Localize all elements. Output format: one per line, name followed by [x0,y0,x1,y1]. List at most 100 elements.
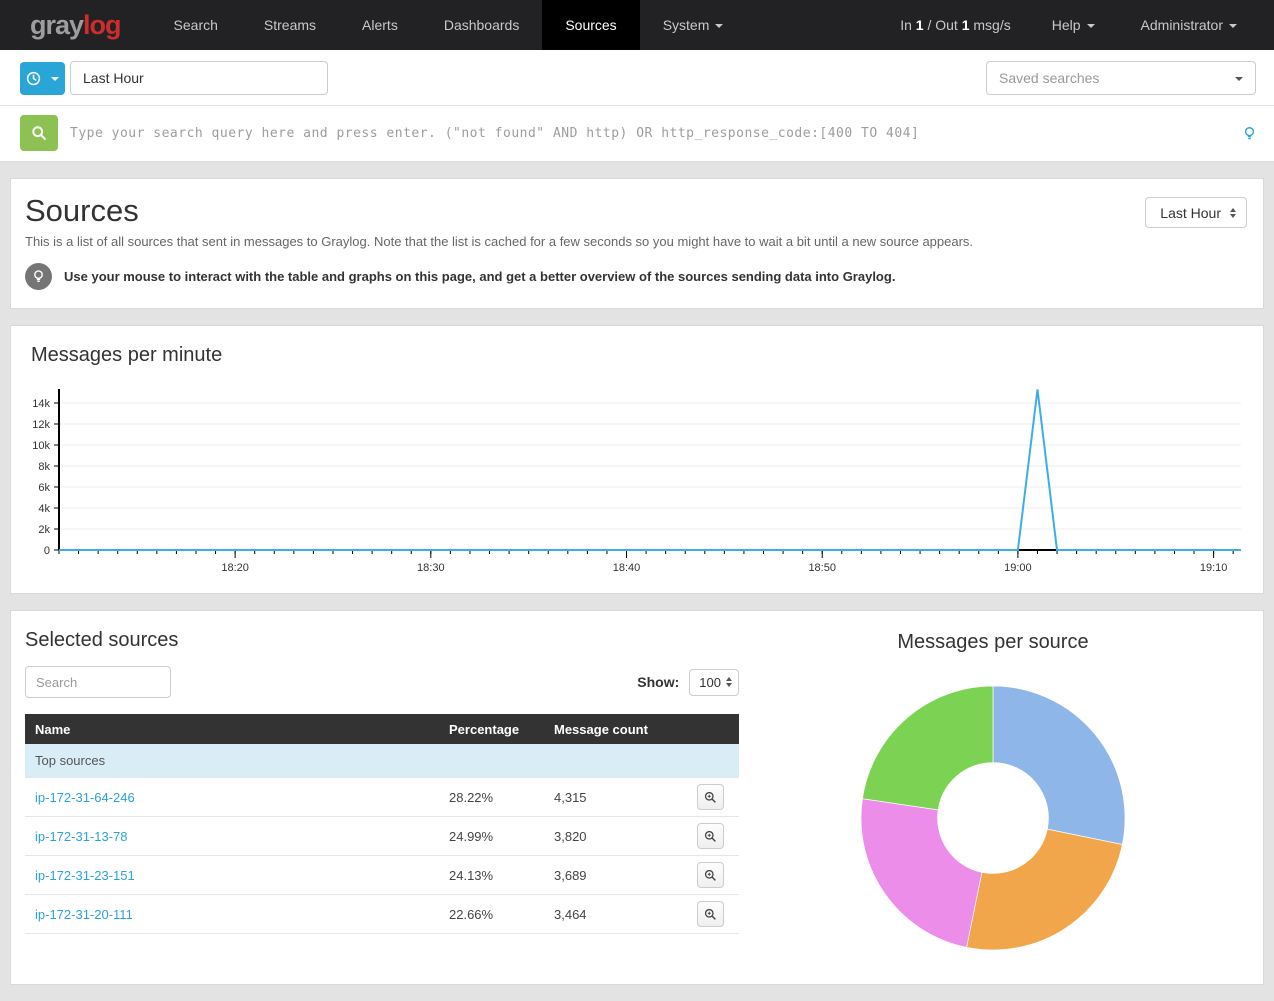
nav-label: Alerts [362,17,398,33]
nav-item-sources[interactable]: Sources [542,0,639,50]
query-row [0,106,1274,161]
messages-per-minute-chart[interactable]: 02k4k6k8k10k12k14k18:2018:3018:4018:5019… [31,385,1245,577]
source-link[interactable]: ip-172-31-13-78 [35,829,128,844]
zoom-source-button[interactable] [697,784,724,810]
donut-segment[interactable] [862,686,993,810]
message-count-cell: 3,689 [554,868,697,883]
donut-segment[interactable] [967,829,1123,950]
source-search-input[interactable] [25,666,171,698]
logo-text-log: log [83,10,121,41]
svg-text:19:10: 19:10 [1200,562,1228,574]
nav-item-dashboards[interactable]: Dashboards [421,0,543,50]
chevron-down-icon [51,77,59,81]
zoom-source-button[interactable] [697,862,724,888]
nav-label: Help [1052,17,1081,33]
message-count-cell: 3,464 [554,907,697,922]
usage-hint: Use your mouse to interact with the tabl… [25,263,1247,290]
help-menu[interactable]: Help [1029,0,1118,50]
throughput-text: msg/s [970,17,1011,33]
sources-header-panel: Sources Last Hour This is a list of all … [10,178,1264,309]
zoom-source-button[interactable] [697,823,724,849]
column-header-name: Name [25,722,449,737]
chart-title: Messages per minute [31,344,1243,367]
table-row: ip-172-31-13-78 24.99%3,820 [25,817,739,856]
message-count-cell: 3,820 [554,829,697,844]
nav-item-system[interactable]: System [640,0,747,50]
nav-label: Streams [264,17,316,33]
time-range-select[interactable]: Last Hour [1145,197,1247,228]
zoom-in-icon [704,908,717,921]
search-button[interactable] [20,115,58,151]
time-range-value: Last Hour [1160,205,1221,221]
chevron-down-icon [1235,77,1243,81]
throughput-in-value: 1 [916,17,924,33]
svg-text:12k: 12k [32,419,50,431]
table-row: ip-172-31-64-24628.22%4,315 [25,778,739,817]
timerange-button[interactable] [20,62,65,95]
table-row: ip-172-31-20-111 22.66%3,464 [25,895,739,934]
table-body: ip-172-31-64-24628.22%4,315ip-172-31-13-… [25,778,739,934]
table-header: Name Percentage Message count [25,714,739,744]
nav-label: Dashboards [444,17,520,33]
svg-text:14k: 14k [32,398,50,410]
selected-sources-column: Selected sources Show: 100 Name Percenta… [25,629,739,958]
svg-text:4k: 4k [38,503,50,515]
user-menu[interactable]: Administrator [1118,0,1260,50]
donut-segment[interactable] [993,686,1125,845]
zoom-in-icon [704,869,717,882]
group-row-top-sources: Top sources [25,744,739,778]
graylog-logo[interactable]: graylog [0,0,151,50]
source-link[interactable]: ip-172-31-20-111 [35,907,133,922]
throughput-text: / Out [924,17,962,33]
svg-text:8k: 8k [38,461,50,473]
percentage-cell: 24.13% [449,868,554,883]
nav-label: Sources [565,17,616,33]
zoom-source-button[interactable] [697,901,724,927]
nav-right: In 1 / Out 1 msg/s Help Administrator [882,0,1274,50]
messages-per-source-column: Messages per source [739,629,1247,958]
table-row: ip-172-31-23-151 24.13%3,689 [25,856,739,895]
throughput-text: In [900,17,916,33]
svg-text:0: 0 [44,545,50,557]
chevron-down-icon [1087,24,1095,28]
query-docs-lightbulb-icon[interactable] [1243,126,1256,141]
chevron-down-icon [1229,24,1237,28]
source-link[interactable]: ip-172-31-64-246 [35,790,135,805]
show-count-value: 100 [699,675,721,690]
show-count-select[interactable]: 100 [689,669,739,696]
sources-table: Name Percentage Message count Top source… [25,714,739,934]
messages-per-minute-panel: Messages per minute 0 2k 4k 6k 8k 10k 12k 14k 18… [10,325,1264,594]
svg-text:2k: 2k [38,524,50,536]
throughput-indicator[interactable]: In 1 / Out 1 msg/s [882,0,1029,50]
nav-item-alerts[interactable]: Alerts [339,0,421,50]
svg-text:18:30: 18:30 [417,562,445,574]
timerange-input[interactable] [70,61,328,95]
search-icon [31,125,47,141]
svg-text:18:20: 18:20 [221,562,249,574]
chevron-down-icon [715,24,723,28]
sources-detail-panel: Selected sources Show: 100 Name Percenta… [10,610,1264,985]
percentage-cell: 24.99% [449,829,554,844]
timerange-row: Saved searches [0,50,1274,106]
throughput-out-value: 1 [962,17,970,33]
donut-segment[interactable] [861,799,982,948]
nav-item-search[interactable]: Search [151,0,241,50]
table-controls: Show: 100 [25,666,739,698]
svg-text:10k: 10k [32,440,50,452]
zoom-in-icon [704,791,717,804]
source-link[interactable]: ip-172-31-23-151 [35,868,135,883]
svg-text:6k: 6k [38,482,50,494]
saved-searches-placeholder: Saved searches [999,70,1099,86]
show-label: Show: [637,674,679,690]
saved-searches-select[interactable]: Saved searches [986,61,1256,95]
percentage-cell: 22.66% [449,907,554,922]
zoom-in-icon [704,830,717,843]
top-navbar: graylog Search Streams Alerts Dashboards… [0,0,1274,50]
nav-item-streams[interactable]: Streams [241,0,339,50]
search-query-input[interactable] [68,125,1229,142]
page-description: This is a list of all sources that sent … [25,234,1247,249]
main-nav: Search Streams Alerts Dashboards Sources… [151,0,747,50]
nav-label: Administrator [1141,17,1223,33]
svg-text:18:40: 18:40 [613,562,641,574]
messages-per-source-donut-chart[interactable] [853,678,1133,958]
